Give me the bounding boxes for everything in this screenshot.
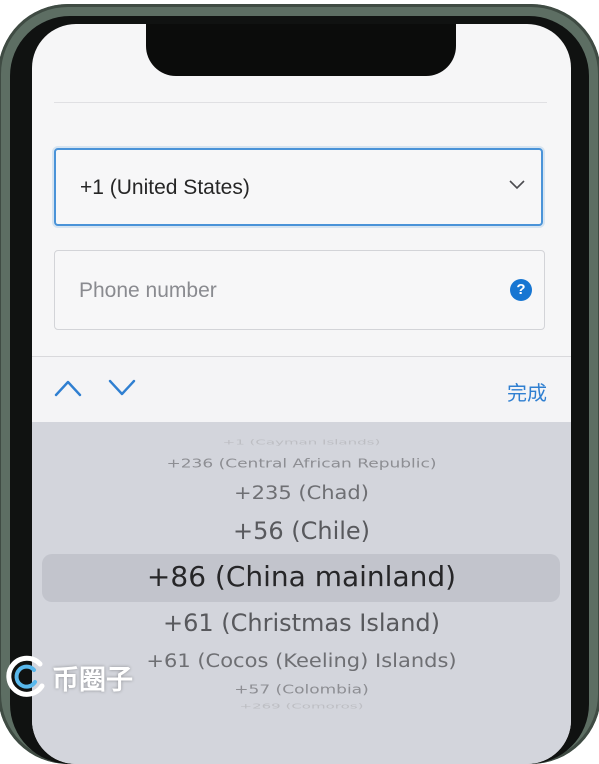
picker-row[interactable]: +56 (Chile) bbox=[32, 517, 571, 545]
chevron-up-icon[interactable] bbox=[54, 379, 82, 397]
watermark-logo-icon bbox=[6, 655, 45, 697]
chevron-down-icon bbox=[509, 180, 525, 190]
picker-row[interactable]: +235 (Chad) bbox=[32, 482, 571, 504]
top-divider bbox=[54, 102, 547, 103]
watermark-text: 币圈子 bbox=[52, 665, 133, 696]
picker-row[interactable]: +236 (Central African Republic) bbox=[32, 456, 571, 471]
help-icon[interactable]: ? bbox=[510, 279, 532, 301]
chevron-down-icon[interactable] bbox=[108, 379, 136, 397]
picker-row[interactable]: +1 (Cayman Islands) bbox=[32, 438, 571, 446]
watermark: 币圈子 bbox=[0, 646, 150, 706]
keyboard-toolbar: 完成 bbox=[32, 356, 571, 423]
picker-row-selected[interactable]: +86 (China mainland) bbox=[32, 560, 571, 593]
picker-row[interactable]: +61 (Christmas Island) bbox=[32, 609, 571, 637]
country-code-select[interactable]: +1 (United States) bbox=[54, 148, 543, 226]
done-button[interactable]: 完成 bbox=[507, 377, 547, 406]
phone-number-input[interactable]: Phone number ? bbox=[54, 250, 545, 330]
device-notch bbox=[146, 24, 456, 76]
country-code-picker[interactable]: +1 (Cayman Islands) +236 (Central Africa… bbox=[32, 422, 571, 764]
country-code-value: +1 (United States) bbox=[80, 176, 250, 199]
phone-number-placeholder: Phone number bbox=[79, 279, 217, 302]
